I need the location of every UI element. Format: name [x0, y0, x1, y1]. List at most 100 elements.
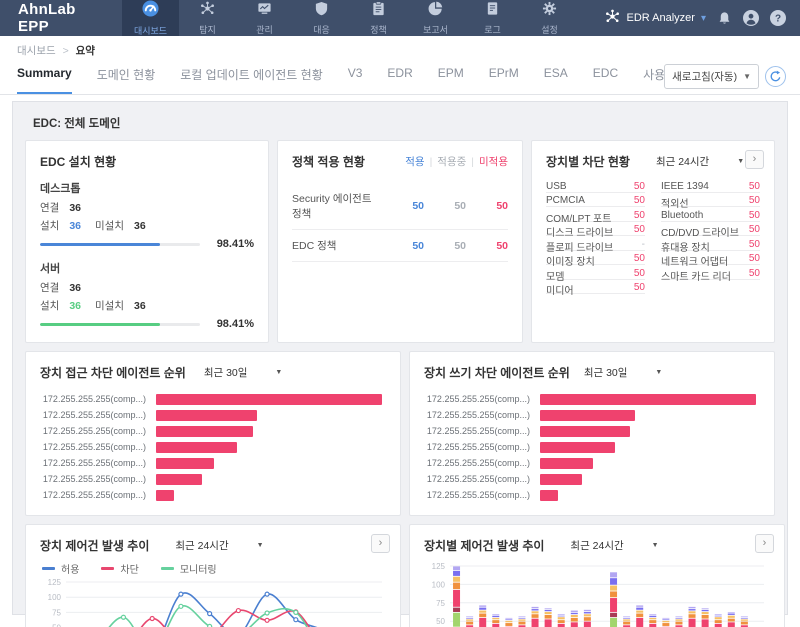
svg-text:75: 75 [436, 599, 445, 608]
policy-value-적용[interactable]: 50 [382, 240, 424, 252]
device-trend-more-button[interactable]: › [755, 534, 774, 553]
device-row: 적외선50 [661, 193, 760, 208]
rank-bar [156, 426, 253, 437]
device-name: Bluetooth [661, 210, 703, 219]
policy-value-미적용[interactable]: 50 [466, 240, 508, 252]
app-logo[interactable]: AhnLab EPP [0, 0, 122, 36]
device-block-count: - [642, 239, 645, 248]
device-block-more-button[interactable]: › [745, 150, 764, 169]
write-rank-period-select[interactable]: 최근 30일 ▼ [584, 365, 663, 380]
tab-1[interactable]: 도메인 현황 [97, 57, 156, 94]
card-title: 장치 접근 차단 에이전트 순위 [40, 364, 186, 381]
rank-agent-label: 172.255.255.255(comp...) [424, 394, 530, 404]
policy-value-미적용[interactable]: 50 [466, 200, 508, 212]
navbar-right: EDR Analyzer ▾ ? [605, 0, 800, 36]
breadcrumb-parent[interactable]: 대시보드 [17, 45, 56, 57]
nav-item-policy[interactable]: 정책 [350, 0, 407, 36]
install-group-name: 데스크톱 [40, 180, 254, 196]
tab-3[interactable]: V3 [348, 57, 363, 94]
rank-agent-label: 172.255.255.255(comp...) [424, 442, 530, 452]
rank-bar [540, 458, 593, 469]
legend-label: 차단 [120, 561, 138, 576]
chevron-down-icon: ▾ [701, 13, 706, 24]
install-progress: 98.41% [40, 318, 254, 330]
refresh-button[interactable] [765, 66, 786, 87]
legend-separator: | [430, 156, 433, 168]
rank-bar-row: 172.255.255.255(comp...) [40, 471, 386, 487]
svg-text:50: 50 [436, 617, 445, 626]
access-rank-period-select[interactable]: 최근 30일 ▼ [204, 365, 283, 380]
edr-analyzer-icon [605, 9, 620, 27]
section-title: EDC: 전체 도메인 [33, 115, 779, 131]
control-trend-card: 장치 제어건 발생 추이 최근 24시간 ▼ › 허용차단모니터링 025507… [25, 524, 401, 627]
install-status-groups: 데스크톱연결36설치36미설치3698.41%서버연결36설치36미설치3698… [40, 180, 254, 330]
legend-label: 모니터링 [180, 561, 217, 576]
rank-bar-row: 172.255.255.255(comp...) [40, 407, 386, 423]
svg-text:100: 100 [48, 593, 62, 602]
tab-8[interactable]: EDC [593, 57, 618, 94]
nav-item-label: 정책 [370, 23, 387, 36]
device-row: 디스크 드라이브50 [546, 222, 645, 237]
policy-legend-0[interactable]: 적용 [405, 154, 424, 169]
card-title: 정책 적용 현황 [292, 153, 365, 170]
control-trend-line-chart: 0255075100125121416182022000204060810 [40, 578, 388, 627]
device-trend-period-select[interactable]: 최근 24시간 ▼ [570, 538, 658, 553]
rank-bar-row: 172.255.255.255(comp...) [424, 439, 760, 455]
legend-swatch [101, 567, 114, 570]
nav-item-management[interactable]: 관리 [236, 0, 293, 36]
device-table-left-column: USB50PCMCIA50COM/LPT 포트50디스크 드라이브50플로피 드… [546, 178, 645, 294]
tab-7[interactable]: ESA [544, 57, 568, 94]
user-menu[interactable]: EDR Analyzer ▾ [605, 9, 706, 27]
rank-bar [156, 442, 237, 453]
device-row: PCMCIA50 [546, 193, 645, 208]
rank-agent-label: 172.255.255.255(comp...) [40, 394, 146, 404]
legend-item-허용[interactable]: 허용 [42, 561, 79, 576]
device-row: USB50 [546, 178, 645, 193]
policy-value-적용중[interactable]: 50 [424, 240, 466, 252]
rank-bar-row: 172.255.255.255(comp...) [424, 471, 760, 487]
nav-item-settings[interactable]: 설정 [521, 0, 578, 36]
progress-percent: 98.41% [208, 318, 254, 330]
tab-4[interactable]: EDR [387, 57, 412, 94]
control-trend-more-button[interactable]: › [371, 534, 390, 553]
control-trend-period-select[interactable]: 최근 24시간 ▼ [175, 538, 263, 553]
tab-6[interactable]: EPrM [489, 57, 519, 94]
install-group-name: 서버 [40, 260, 254, 276]
refresh-mode-label: 새로고침(자동) [672, 69, 737, 84]
policy-apply-card: 정책 적용 현황 적용|적용중|미적용 Security 에이전트 정책5050… [277, 140, 523, 343]
notifications-bell-icon[interactable] [717, 11, 732, 26]
device-block-table: USB50PCMCIA50COM/LPT 포트50디스크 드라이브50플로피 드… [546, 178, 760, 294]
policy-value-적용중[interactable]: 50 [424, 200, 466, 212]
document-icon [485, 1, 500, 21]
tab-2[interactable]: 로컬 업데이트 에이전트 현황 [180, 57, 322, 94]
nav-item-detection[interactable]: 탐지 [179, 0, 236, 36]
rank-agent-label: 172.255.255.255(comp...) [40, 442, 146, 452]
tab-summary[interactable]: Summary [17, 57, 72, 94]
device-block-period-select[interactable]: 최근 24시간 ▼ [656, 154, 744, 169]
device-block-count: 50 [634, 224, 645, 233]
device-block-count: 50 [634, 210, 645, 219]
legend-item-모니터링[interactable]: 모니터링 [161, 561, 217, 576]
nav-item-label: 설정 [541, 23, 558, 36]
nav-item-dashboard[interactable]: 대시보드 [122, 0, 179, 36]
policy-legend-1[interactable]: 적용중 [437, 154, 466, 169]
rank-bar-row: 172.255.255.255(comp...) [424, 407, 760, 423]
svg-text:50: 50 [52, 624, 61, 627]
rank-bar [540, 426, 630, 437]
legend-item-차단[interactable]: 차단 [101, 561, 138, 576]
device-row: Bluetooth50 [661, 207, 760, 222]
card-title: 장치별 제어건 발생 추이 [424, 537, 544, 554]
nav-item-response[interactable]: 대응 [293, 0, 350, 36]
nav-item-log[interactable]: 로그 [464, 0, 521, 36]
period-label: 최근 24시간 [656, 154, 709, 169]
help-icon[interactable]: ? [770, 10, 786, 26]
tab-5[interactable]: EPM [438, 57, 464, 94]
device-row: 모뎀50 [546, 265, 645, 280]
refresh-mode-select[interactable]: 새로고침(자동) ▼ [664, 64, 759, 89]
policy-legend-2[interactable]: 미적용 [479, 154, 508, 169]
account-icon[interactable] [743, 10, 759, 26]
policy-value-적용[interactable]: 50 [382, 200, 424, 212]
policy-rows: Security 에이전트 정책505050EDC 정책505050 [292, 183, 508, 262]
nav-item-report[interactable]: 보고서 [407, 0, 464, 36]
device-name: 스마트 카드 리더 [661, 268, 731, 277]
